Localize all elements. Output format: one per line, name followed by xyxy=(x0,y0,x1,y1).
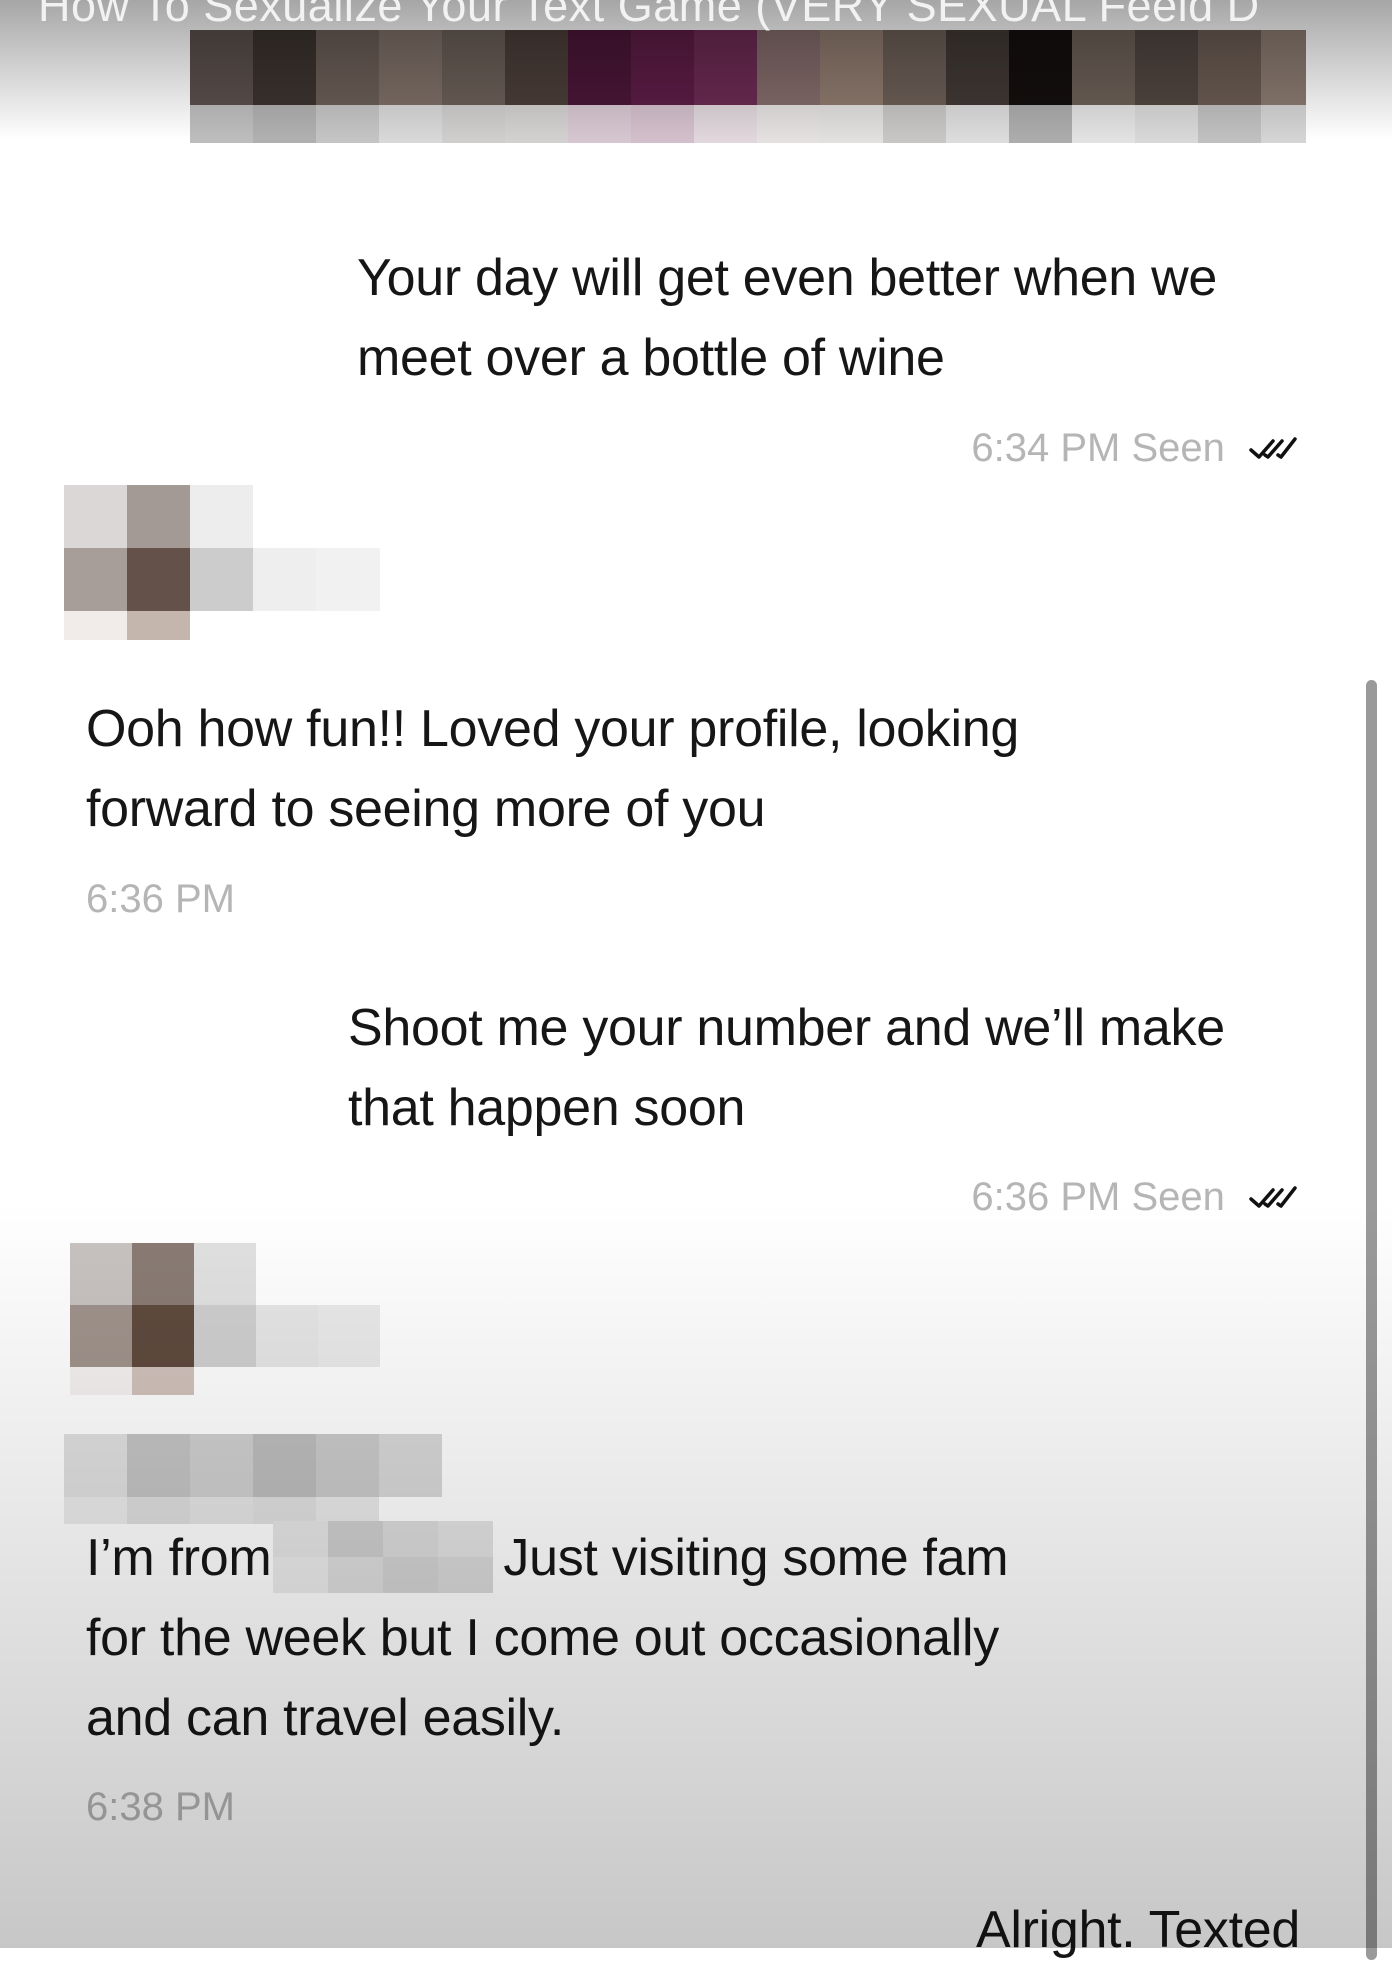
received-message-1: Ooh how fun!! Loved your profile, lookin… xyxy=(86,689,1186,849)
message-line: for the week but I come out occasionally xyxy=(86,1609,999,1667)
redacted-sender-name xyxy=(64,1434,442,1524)
timestamp: 6:38 PM xyxy=(86,1785,235,1829)
sent-message-1: Your day will get even better when we me… xyxy=(357,238,1357,398)
message-line: Ooh how fun!! Loved your profile, lookin… xyxy=(86,700,1019,758)
message-line: I’m from Just visiting some fam xyxy=(86,1518,1236,1598)
sent-message-3: Alright. Texted xyxy=(700,1890,1300,1970)
pixelated-avatar xyxy=(64,485,380,640)
seen-status: Seen xyxy=(1131,426,1225,470)
received-message-2: I’m from Just visiting some fam for the … xyxy=(86,1518,1236,1758)
message-text: Just visiting some fam xyxy=(503,1529,1009,1587)
timestamp: 6:34 PM xyxy=(971,426,1121,470)
redacted-header-image xyxy=(190,30,1306,143)
scrollbar[interactable] xyxy=(1366,680,1377,1960)
message-line: and can travel easily. xyxy=(86,1689,565,1747)
message-meta-2: 6:36 PM Seen xyxy=(800,1175,1298,1222)
message-line: meet over a bottle of wine xyxy=(357,329,945,387)
message-meta-1: 6:34 PM Seen xyxy=(800,426,1298,473)
message-line: Shoot me your number and we’ll make xyxy=(348,999,1225,1057)
message-line: Your day will get even better when we xyxy=(357,249,1217,307)
redacted-location xyxy=(273,1521,494,1594)
video-title: How To Sexualize Your Text Game (VERY SE… xyxy=(38,0,1260,31)
double-check-icon xyxy=(1248,428,1298,473)
message-line: that happen soon xyxy=(348,1079,746,1137)
message-text: I’m from xyxy=(86,1529,272,1587)
double-check-icon xyxy=(1248,1177,1298,1222)
message-line: Alright. Texted xyxy=(975,1901,1300,1959)
message-line: forward to seeing more of you xyxy=(86,780,766,838)
pixelated-avatar xyxy=(70,1243,380,1395)
seen-status: Seen xyxy=(1131,1175,1225,1219)
sent-message-2: Shoot me your number and we’ll make that… xyxy=(348,988,1348,1148)
timestamp: 6:36 PM xyxy=(971,1175,1121,1219)
timestamp: 6:36 PM xyxy=(86,877,235,921)
